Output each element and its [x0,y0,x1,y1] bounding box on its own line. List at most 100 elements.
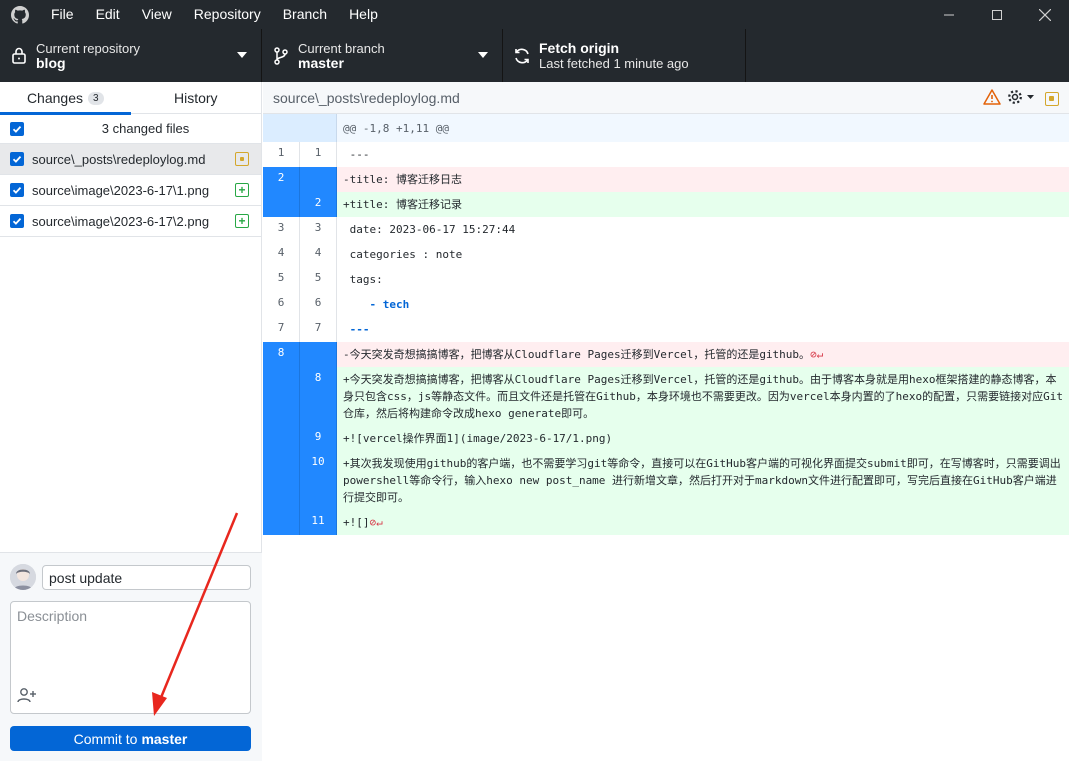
menu-repository[interactable]: Repository [183,0,272,29]
fetch-origin-button[interactable]: Fetch origin Last fetched 1 minute ago [503,29,746,82]
no-newline-icon: ⊘↵ [810,348,824,361]
branch-label: Current branch [298,40,385,56]
chevron-down-icon [478,52,488,58]
diff-file-path: source\_posts\redeploylog.md [273,89,460,106]
minimize-icon [944,14,954,15]
commit-description-field[interactable]: Description [10,601,251,714]
warning-icon[interactable] [983,89,1001,108]
close-icon [1039,8,1051,21]
diff-line-added[interactable]: 10 +其次我发现使用github的客户端，也不需要学习git等命令，直接可以在… [263,451,1069,510]
branch-name: master [298,54,344,71]
last-fetched-text: Last fetched 1 minute ago [539,55,689,71]
check-icon [12,125,22,133]
changed-files-header: 3 changed files [0,114,261,144]
file-list-item[interactable]: source\image\2023-6-17\1.png + [0,175,261,206]
diff-line-text: +title: 博客迁移记录 [337,192,1069,217]
maximize-button[interactable] [973,0,1021,29]
diff-line-added[interactable]: 2 +title: 博客迁移记录 [263,192,1069,217]
changes-count-badge: 3 [87,91,104,105]
diff-line[interactable]: 33 date: 2023-06-17 15:27:44 [263,217,1069,242]
diff-line-text: +今天突发奇想搞搞博客，把博客从Cloudflare Pages迁移到Verce… [337,367,1069,426]
diff-line-added[interactable]: 11 +![]⊘↵ [263,510,1069,535]
menu-view[interactable]: View [131,0,183,29]
diff-line-text: -今天突发奇想搞搞博客，把博客从Cloudflare Pages迁移到Verce… [337,342,1069,367]
commit-summary-input[interactable] [42,565,251,590]
diff-header: source\_posts\redeploylog.md [263,82,1069,114]
changed-files-count: 3 changed files [101,121,190,136]
tab-history-label: History [173,90,218,106]
diff-line-text: --- [343,148,370,161]
chevron-down-icon [237,52,247,58]
diff-line-text: +![vercel操作界面1](image/2023-6-17/1.png) [337,426,1069,451]
file-list-item[interactable]: source\_posts\redeploylog.md [0,144,261,175]
avatar [10,564,36,590]
modified-icon [235,152,249,166]
diff-line-text: +其次我发现使用github的客户端，也不需要学习git等命令，直接可以在Git… [337,451,1069,510]
no-newline-icon: ⊘↵ [369,516,383,529]
diff-line-added[interactable]: 8 +今天突发奇想搞搞博客，把博客从Cloudflare Pages迁移到Ver… [263,367,1069,426]
branch-icon [264,46,298,65]
tab-history[interactable]: History [131,82,262,114]
repository-name: blog [36,54,66,71]
file-list-item[interactable]: source\image\2023-6-17\2.png + [0,206,261,237]
check-icon [12,155,22,163]
commit-button[interactable]: Commit to master [10,726,251,751]
diff-line[interactable]: 66 - tech [263,292,1069,317]
hunk-header-row: @@ -1,8 +1,11 @@ [263,114,1069,142]
lock-icon [2,47,36,64]
diff-view: @@ -1,8 +1,11 @@ 11 --- 2 -title: 博客迁移日志… [263,114,1069,761]
diff-line-text: categories : note [343,248,463,261]
modified-file-icon [1045,91,1059,106]
diff-line-text: --- [343,323,370,336]
tab-changes[interactable]: Changes 3 [0,82,131,115]
file-checkbox[interactable] [10,152,24,166]
diff-line-text: +![]⊘↵ [337,510,1069,535]
menu-help[interactable]: Help [338,0,389,29]
diff-line-deleted[interactable]: 2 -title: 博客迁移日志 [263,167,1069,192]
repository-label: Current repository [36,40,141,56]
description-placeholder: Description [17,608,88,624]
sync-icon [505,47,539,65]
file-name: source\image\2023-6-17\2.png [32,213,210,229]
fetch-title: Fetch origin [539,39,620,56]
menu-branch[interactable]: Branch [272,0,338,29]
commit-area: Description Commit to master [0,552,262,761]
check-icon [12,186,22,194]
commit-button-prefix: Commit to [73,730,138,747]
current-repository-button[interactable]: Current repository blog [0,29,262,82]
diff-line-deleted[interactable]: 8 -今天突发奇想搞搞博客，把博客从Cloudflare Pages迁移到Ver… [263,342,1069,367]
minimize-button[interactable] [925,0,973,29]
diff-line[interactable]: 55 tags: [263,267,1069,292]
diff-line[interactable]: 44 categories : note [263,242,1069,267]
title-bar: File Edit View Repository Branch Help [0,0,1069,29]
commit-button-branch: master [141,730,188,747]
diff-line[interactable]: 11 --- [263,142,1069,167]
tab-changes-label: Changes [26,90,83,106]
file-name: source\_posts\redeploylog.md [32,151,206,167]
diff-line[interactable]: 77 --- [263,317,1069,342]
sidebar-tabs: Changes 3 History [0,82,262,115]
current-branch-button[interactable]: Current branch master [262,29,503,82]
settings-gear-icon[interactable] [1007,89,1035,108]
toolbar: Current repository blog Current branch m… [0,29,1069,82]
menu-file[interactable]: File [40,0,85,29]
github-logo-icon [0,0,40,29]
diff-line-text: tags: [343,273,383,286]
diff-line-added[interactable]: 9 +![vercel操作界面1](image/2023-6-17/1.png) [263,426,1069,451]
sidebar: Changes 3 History 3 changed files source… [0,82,262,761]
diff-line-text: -title: 博客迁移日志 [337,167,1069,192]
diff-line-text: date: 2023-06-17 15:27:44 [343,223,516,236]
maximize-icon [992,9,1002,20]
diff-line-text: - tech [343,298,410,311]
added-icon: + [235,183,249,197]
check-icon [12,217,22,225]
file-name: source\image\2023-6-17\1.png [32,182,210,198]
close-button[interactable] [1021,0,1069,29]
file-checkbox[interactable] [10,183,24,197]
menu-edit[interactable]: Edit [85,0,131,29]
hunk-header: @@ -1,8 +1,11 @@ [337,114,1069,142]
add-coauthor-icon[interactable] [17,687,37,706]
added-icon: + [235,214,249,228]
file-checkbox[interactable] [10,214,24,228]
select-all-checkbox[interactable] [10,122,24,136]
